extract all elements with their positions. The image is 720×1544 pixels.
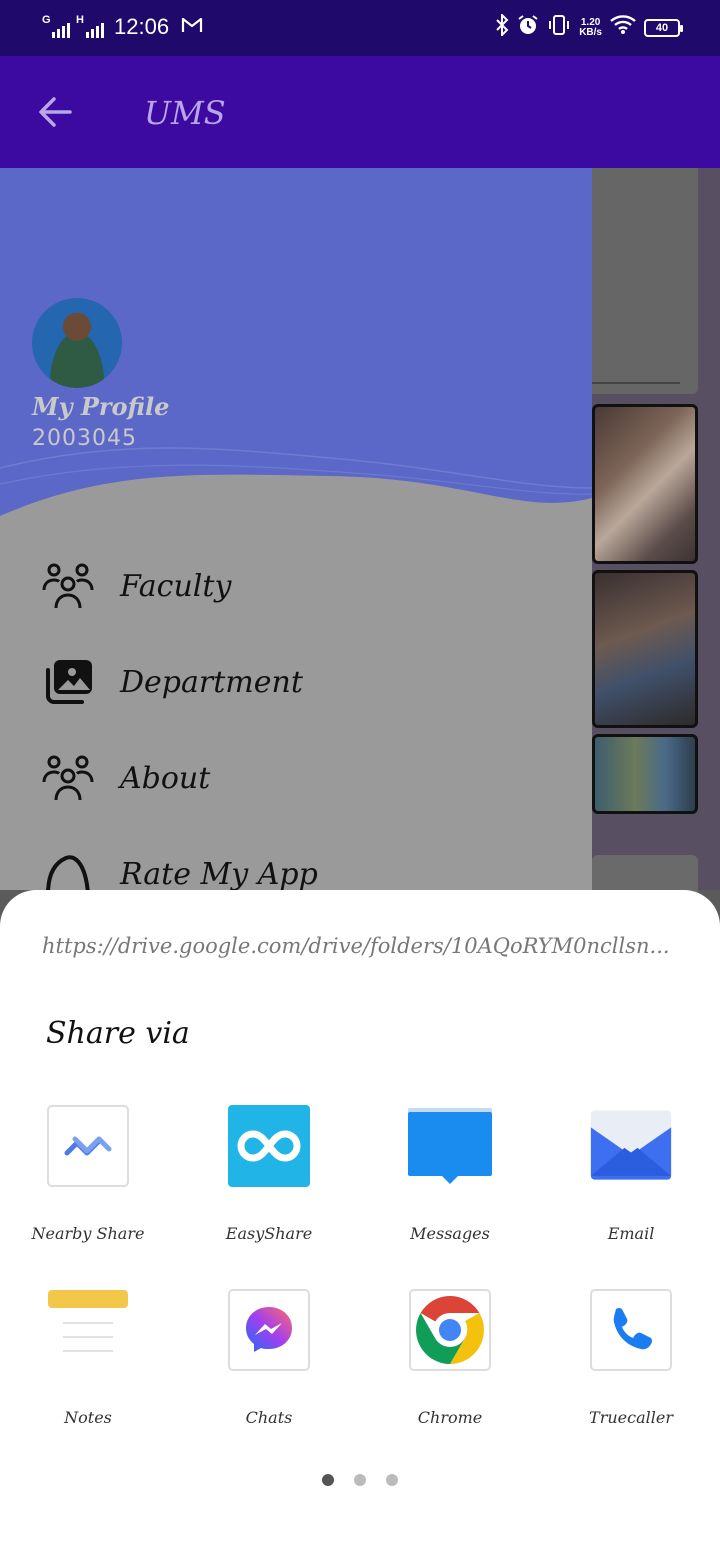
chrome-icon [408,1288,492,1372]
page-dot[interactable] [322,1474,334,1486]
share-app-label: Chrome [417,1408,483,1427]
bluetooth-icon [495,12,509,41]
share-app-notes[interactable]: Notes [0,1288,178,1448]
share-app-truecaller[interactable]: Truecaller [541,1288,720,1448]
share-app-chats[interactable]: Chats [179,1288,359,1448]
share-app-nearby-share[interactable]: Nearby Share [0,1104,178,1264]
share-app-label: Truecaller [589,1408,673,1427]
rate-app-icon [42,848,94,890]
avatar[interactable] [32,298,122,388]
navigation-drawer: My Profile 2003045 Faculty Department Ab… [0,168,592,890]
drawer-item-about[interactable]: About [42,748,562,808]
page-dot[interactable] [354,1474,366,1486]
background-photo [592,734,698,814]
share-app-messages[interactable]: Messages [360,1104,540,1264]
profile-id: 2003045 [32,426,137,451]
arrow-left-icon[interactable] [34,90,78,134]
truecaller-icon [589,1288,673,1372]
share-sheet: https://drive.google.com/drive/folders/1… [0,890,720,1544]
share-url: https://drive.google.com/drive/folders/1… [42,934,670,958]
app-title: UMS [144,94,226,132]
nearby-share-icon [46,1104,130,1188]
share-app-label: EasyShare [225,1224,313,1243]
messages-icon [408,1104,492,1188]
alarm-icon [517,14,539,41]
signal-sim2-icon: H [76,14,104,38]
photo-library-icon [42,656,94,708]
email-icon [589,1104,673,1188]
drawer-item-faculty[interactable]: Faculty [42,556,562,616]
share-app-easyshare[interactable]: EasyShare [179,1104,359,1264]
easyshare-icon [227,1104,311,1188]
drawer-item-label: Rate My App [120,856,318,891]
notes-icon [46,1288,130,1372]
messenger-icon [227,1288,311,1372]
wifi-icon [610,15,636,40]
background-divider [592,382,680,384]
battery-indicator: 40 [644,18,683,37]
share-app-label: Notes [64,1408,112,1427]
share-app-email[interactable]: Email [541,1104,720,1264]
drawer-item-label: About [120,760,211,796]
drawer-header: My Profile 2003045 [0,168,592,528]
drawer-item-label: Department [120,664,303,700]
share-app-label: Nearby Share [31,1224,145,1243]
drawer-item-label: Faculty [120,568,232,604]
people-group-icon [42,752,94,804]
background-photo [592,570,698,728]
drawer-item-rate-my-app[interactable]: Rate My App [42,844,562,890]
background-card [592,168,698,394]
app-bar: UMS [0,56,720,168]
share-app-label: Chats [245,1408,293,1427]
vibrate-icon [547,14,571,41]
page-dot[interactable] [386,1474,398,1486]
gmail-icon [181,16,203,39]
signal-sim1-icon: G [42,14,70,38]
share-app-chrome[interactable]: Chrome [360,1288,540,1448]
background-photo [592,404,698,564]
drawer-item-department[interactable]: Department [42,652,562,712]
page-indicator [0,1474,720,1486]
status-bar: G H 12:06 1.20 KB/s 40 [0,0,720,56]
people-group-icon [42,560,94,612]
share-app-label: Email [607,1224,655,1243]
network-speed: 1.20 KB/s [579,16,602,38]
share-app-label: Messages [410,1224,490,1243]
status-time: 12:06 [114,14,170,39]
share-title: Share via [46,1016,190,1051]
profile-name[interactable]: My Profile [32,392,169,421]
